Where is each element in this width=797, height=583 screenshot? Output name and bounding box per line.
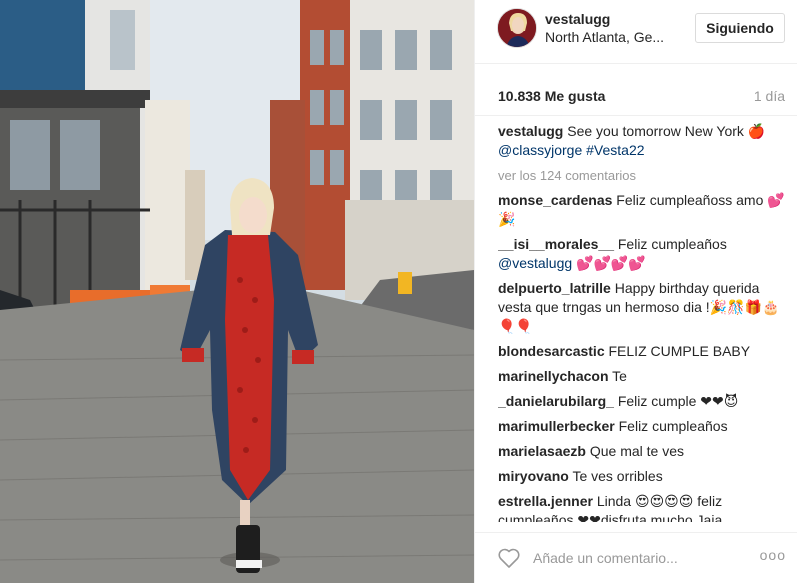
list-item: marinellychacon Te: [498, 367, 788, 386]
list-item: estrella.jenner Linda 😍😍😍😍 feliz cumplea…: [498, 492, 788, 522]
comment-username[interactable]: delpuerto_latrille: [498, 280, 611, 296]
comment-text: Te ves orribles: [572, 468, 663, 484]
comment-username[interactable]: marielasaezb: [498, 443, 586, 459]
comment-username[interactable]: miryovano: [498, 468, 569, 484]
comment-username[interactable]: _danielarubilarg_: [498, 393, 614, 409]
comment-text: Que mal te ves: [589, 443, 684, 459]
post-age[interactable]: 1 día: [754, 88, 785, 104]
heart-icon[interactable]: [497, 547, 521, 574]
post-header: vestalugg North Atlanta, Ge... Siguiendo: [475, 0, 797, 64]
list-item: monse_cardenas Feliz cumpleañoss amo 💕🎉: [498, 191, 788, 229]
comment-text: Feliz cumple ❤❤😈: [617, 393, 739, 409]
list-item: __isi__morales__ Feliz cumpleaños @vesta…: [498, 235, 788, 273]
comment-username[interactable]: blondesarcastic: [498, 343, 605, 359]
add-comment-row: Añade un comentario... ooo: [475, 532, 797, 583]
likes-count[interactable]: 10.838 Me gusta: [498, 88, 605, 104]
location-link[interactable]: North Atlanta, Ge...: [545, 29, 664, 45]
comment-username[interactable]: marinellychacon: [498, 368, 609, 384]
caption-links[interactable]: @classyjorge #Vesta22: [498, 142, 645, 158]
likes-row: 10.838 Me gusta 1 día: [475, 64, 797, 116]
comment-text: Feliz cumpleaños: [618, 418, 728, 434]
post-photo: [0, 0, 474, 583]
caption: vestalugg See you tomorrow New York 🍎 @c…: [498, 122, 788, 160]
list-item: miryovano Te ves orribles: [498, 467, 788, 486]
post-detail-panel: vestalugg North Atlanta, Ge... Siguiendo…: [474, 0, 797, 583]
comments-list: vestalugg See you tomorrow New York 🍎 @c…: [498, 122, 788, 522]
caption-text: See you tomorrow New York 🍎: [567, 123, 766, 139]
comment-text: FELIZ CUMPLE BABY: [608, 343, 751, 359]
comment-username[interactable]: estrella.jenner: [498, 493, 593, 509]
avatar[interactable]: [497, 8, 537, 48]
list-item: marimullerbecker Feliz cumpleaños: [498, 417, 788, 436]
comment-mention[interactable]: @vestalugg 💕💕💕💕: [498, 255, 646, 271]
comment-input[interactable]: Añade un comentario...: [533, 550, 678, 566]
comment-username[interactable]: marimullerbecker: [498, 418, 615, 434]
following-button[interactable]: Siguiendo: [695, 13, 785, 43]
list-item: blondesarcastic FELIZ CUMPLE BABY: [498, 342, 788, 361]
username[interactable]: vestalugg: [545, 11, 610, 27]
list-item: delpuerto_latrille Happy birthday querid…: [498, 279, 788, 336]
comment-username[interactable]: __isi__morales__: [498, 236, 614, 252]
more-options-icon[interactable]: ooo: [760, 547, 786, 563]
comment-username[interactable]: monse_cardenas: [498, 192, 612, 208]
view-all-comments-link[interactable]: ver los 124 comentarios: [498, 166, 788, 185]
list-item: _danielarubilarg_ Feliz cumple ❤❤😈: [498, 392, 788, 411]
comment-text: Feliz cumpleaños: [617, 236, 727, 252]
list-item: marielasaezb Que mal te ves: [498, 442, 788, 461]
comment-username[interactable]: vestalugg: [498, 123, 563, 139]
comment-text: Te: [612, 368, 627, 384]
